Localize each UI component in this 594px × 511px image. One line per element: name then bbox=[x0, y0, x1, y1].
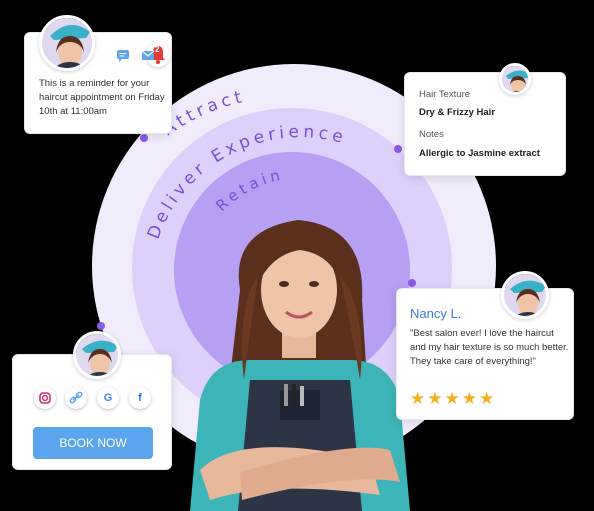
chat-icon[interactable] bbox=[115, 47, 131, 63]
circle-dot bbox=[140, 134, 148, 142]
reminder-message: This is a reminder for your haircut appo… bbox=[39, 78, 165, 117]
reminder-card: 2 This is a reminder for your haircut ap… bbox=[24, 15, 172, 134]
review-text: "Best salon ever! I love the haircut and… bbox=[410, 328, 569, 367]
email-icon[interactable] bbox=[140, 47, 156, 63]
avatar bbox=[39, 15, 95, 71]
star-rating: ★★★★★ bbox=[410, 389, 497, 408]
reviewer-name: Nancy L. bbox=[410, 306, 462, 321]
instagram-icon[interactable] bbox=[34, 387, 56, 409]
hair-texture-label: Hair Texture bbox=[419, 89, 471, 100]
booking-card: G f BOOK NOW bbox=[12, 331, 172, 470]
google-icon[interactable]: G bbox=[97, 387, 119, 409]
review-card: Nancy L. "Best salon ever! I love the ha… bbox=[396, 271, 574, 420]
link-icon[interactable] bbox=[65, 387, 87, 409]
notes-value: Allergic to Jasmine extract bbox=[419, 148, 540, 159]
book-now-button[interactable]: BOOK NOW bbox=[33, 427, 153, 459]
circle-dot bbox=[394, 145, 402, 153]
facebook-icon[interactable]: f bbox=[129, 387, 151, 409]
avatar bbox=[501, 271, 549, 319]
stylist-photo bbox=[190, 220, 410, 511]
notes-label: Notes bbox=[419, 129, 444, 140]
circle-dot bbox=[97, 322, 105, 330]
client-profile-card: Hair Texture Dry & Frizzy Hair Notes All… bbox=[404, 63, 566, 176]
avatar bbox=[73, 331, 121, 379]
avatar bbox=[499, 63, 531, 95]
hair-texture-value: Dry & Frizzy Hair bbox=[419, 107, 496, 118]
